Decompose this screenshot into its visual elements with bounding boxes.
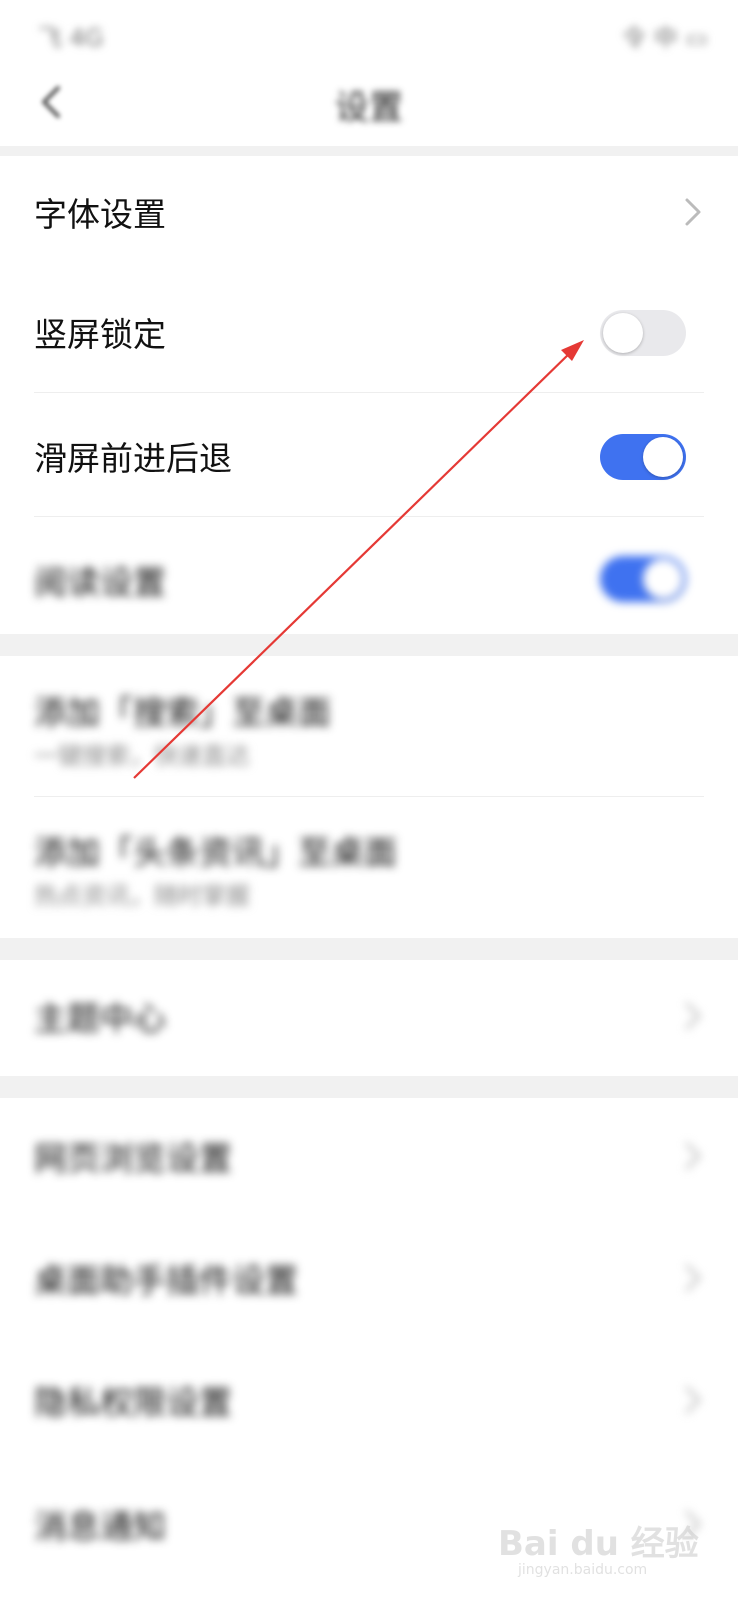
swipe-nav-toggle[interactable]	[600, 434, 686, 480]
status-bar: 飞 4G 令 中 ▭	[0, 0, 738, 60]
settings-row-swipe-nav: 滑屏前进后退	[0, 396, 738, 516]
add-shortcut-1-sub: 一键搜索，快速直达	[34, 742, 250, 770]
font-settings-label: 字体设置	[34, 195, 166, 234]
section-divider	[0, 146, 738, 156]
privacy-label: 隐私权限设置	[34, 1383, 232, 1422]
portrait-lock-toggle[interactable]	[600, 310, 686, 356]
chevron-right-icon	[682, 1138, 704, 1174]
divider	[34, 516, 704, 517]
baidu-watermark: Bai du 经验 jingyan.baidu.com	[498, 1506, 708, 1578]
chevron-right-icon	[682, 998, 704, 1034]
divider	[34, 796, 704, 797]
page-title: 设置	[335, 88, 403, 128]
status-signal: 飞 4G	[38, 24, 104, 52]
section-divider	[0, 634, 738, 656]
desktop-widget-label: 桌面助手插件设置	[34, 1261, 298, 1300]
chevron-right-icon	[682, 1382, 704, 1418]
chevron-right-icon	[682, 194, 704, 230]
settings-row-theme[interactable]: 主题中心	[0, 960, 738, 1076]
watermark-logo: Bai du 经验	[498, 1524, 699, 1564]
message-notify-label: 消息通知	[34, 1507, 166, 1546]
settings-row-privacy[interactable]: 隐私权限设置	[0, 1340, 738, 1464]
watermark-url: jingyan.baidu.com	[518, 1562, 648, 1578]
toggle-knob	[643, 559, 683, 599]
reading-settings-label: 阅读设置	[34, 563, 166, 602]
divider	[34, 392, 704, 393]
chevron-right-icon	[682, 1260, 704, 1296]
status-icons: 令 中 ▭	[622, 24, 708, 52]
page-browse-label: 网页浏览设置	[34, 1139, 232, 1178]
swipe-nav-label: 滑屏前进后退	[34, 439, 232, 478]
settings-row-page-browse[interactable]: 网页浏览设置	[0, 1098, 738, 1218]
settings-row-font[interactable]: 字体设置	[0, 156, 738, 266]
theme-center-label: 主题中心	[34, 999, 166, 1038]
toggle-knob	[643, 437, 683, 477]
toggle-knob	[603, 313, 643, 353]
settings-row-desktop-widget[interactable]: 桌面助手插件设置	[0, 1218, 738, 1340]
section-divider	[0, 1076, 738, 1098]
add-shortcut-1-label: 添加「搜索」至桌面	[34, 693, 331, 732]
reading-toggle[interactable]	[600, 556, 686, 602]
settings-row-reading: 阅读设置	[0, 520, 738, 634]
add-shortcut-2-sub: 热点资讯，随时掌握	[34, 882, 250, 910]
settings-row-add-shortcut-1[interactable]: 添加「搜索」至桌面 一键搜索，快速直达	[0, 656, 738, 796]
portrait-lock-label: 竖屏锁定	[34, 315, 166, 354]
add-shortcut-2-label: 添加「头条资讯」至桌面	[34, 833, 397, 872]
section-divider	[0, 938, 738, 960]
settings-row-add-shortcut-2[interactable]: 添加「头条资讯」至桌面 热点资讯，随时掌握	[0, 800, 738, 938]
settings-row-portrait-lock: 竖屏锁定	[0, 270, 738, 392]
nav-bar: 设置	[0, 60, 738, 146]
